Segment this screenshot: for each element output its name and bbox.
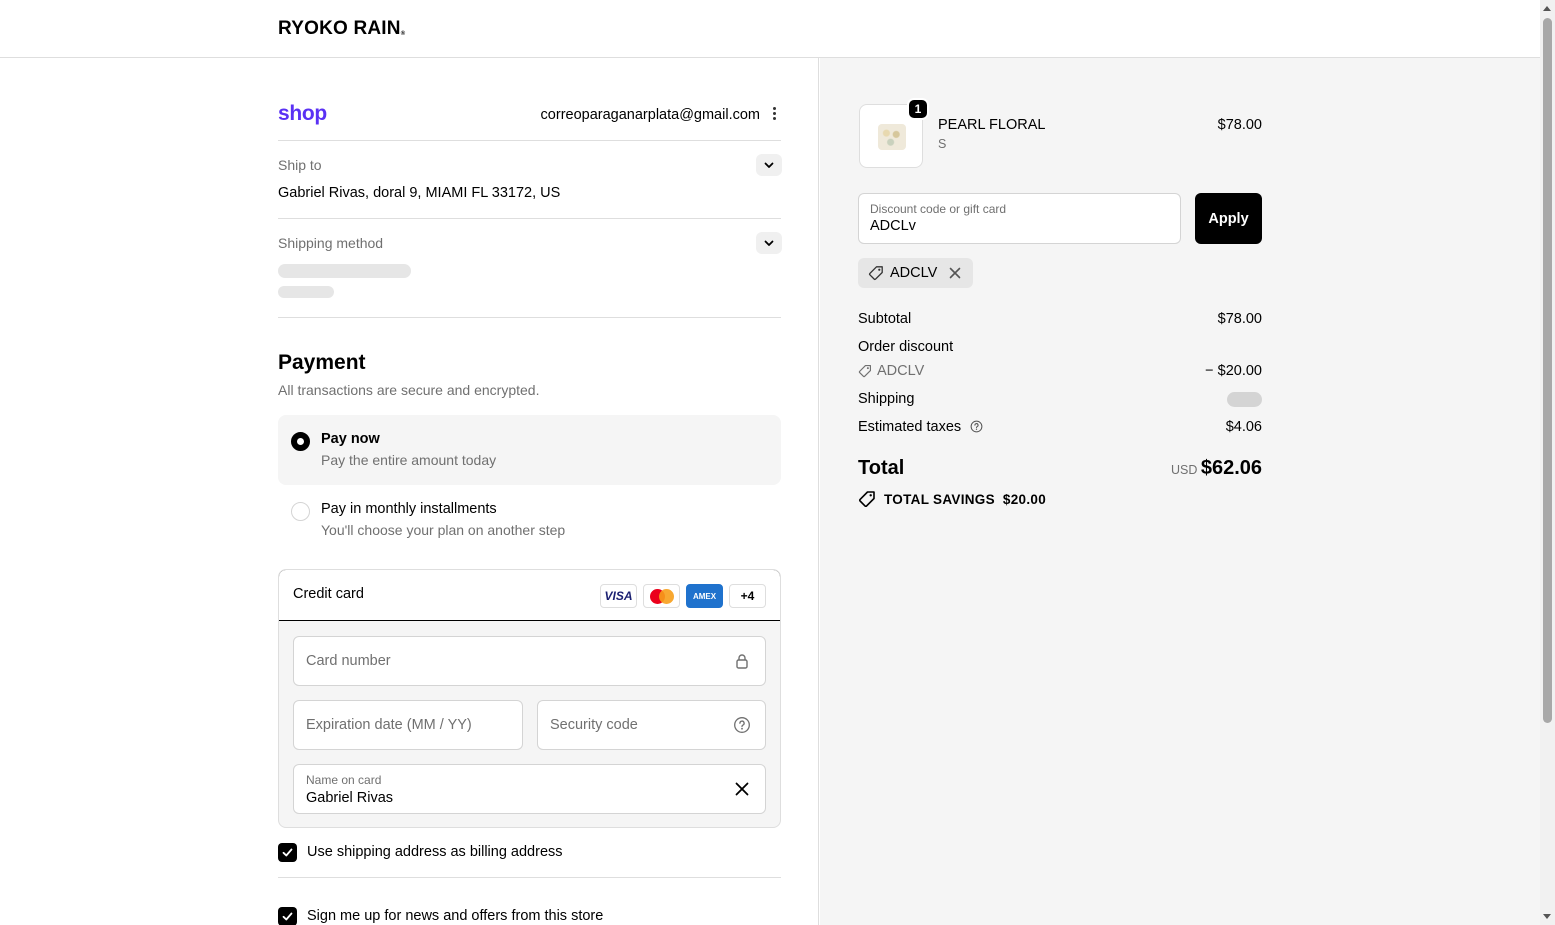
shipping-method-label: Shipping method xyxy=(278,235,384,251)
ship-to-label: Ship to xyxy=(278,157,322,173)
option-subtitle: You'll choose your plan on another step xyxy=(321,522,566,538)
estimated-taxes-row: Estimated taxes xyxy=(858,419,983,435)
name-on-card-value: Gabriel Rivas xyxy=(306,790,394,806)
card-number-placeholder: Card number xyxy=(306,653,391,669)
discount-value: − $20.00 xyxy=(1205,363,1262,379)
shipping-method-expand-button[interactable] xyxy=(756,232,782,254)
help-icon[interactable] xyxy=(970,420,983,433)
clear-icon[interactable] xyxy=(733,780,751,798)
option-subtitle: Pay the entire amount today xyxy=(321,452,497,468)
credit-card-section: Credit card VISA AMEX +4 Card number Exp… xyxy=(278,569,781,828)
shop-pay-logo: shop xyxy=(278,102,327,125)
divider xyxy=(278,140,781,141)
scroll-down-arrow[interactable] xyxy=(1543,914,1551,919)
discount-code-row: ADCLV xyxy=(858,363,924,379)
pay-installments-option[interactable]: Pay in monthly installments You'll choos… xyxy=(278,485,781,555)
credit-card-label: Credit card xyxy=(293,586,364,602)
radio-selected[interactable] xyxy=(291,432,310,451)
more-options-icon[interactable] xyxy=(770,107,778,123)
more-brands-badge: +4 xyxy=(729,584,766,608)
shipping-loading-skeleton xyxy=(1227,392,1262,407)
remove-discount-icon[interactable] xyxy=(947,265,963,281)
divider xyxy=(278,218,781,219)
newsletter-label[interactable]: Sign me up for news and offers from this… xyxy=(307,908,603,924)
discount-field-value: ADCLv xyxy=(870,218,916,234)
order-discount-label: Order discount xyxy=(858,339,954,355)
total-label: Total xyxy=(858,457,905,479)
total-currency: USD xyxy=(1171,463,1198,477)
divider xyxy=(278,877,781,878)
store-logo[interactable]: RYOKO RAIN® xyxy=(278,18,405,40)
applied-discount-tag: ADCLV xyxy=(858,258,974,288)
tag-icon xyxy=(858,365,871,378)
product-variant: S xyxy=(938,137,947,151)
discount-code-field[interactable]: Discount code or gift card ADCLv xyxy=(858,193,1181,244)
check-icon xyxy=(282,912,293,921)
chevron-down-icon xyxy=(764,240,774,246)
ship-to-expand-button[interactable] xyxy=(756,154,782,176)
shipping-label: Shipping xyxy=(858,391,915,407)
loading-skeleton xyxy=(278,286,334,298)
check-icon xyxy=(282,848,293,857)
savings-label: TOTAL SAVINGS xyxy=(884,491,995,507)
discount-code: ADCLV xyxy=(877,363,925,379)
discount-field-label: Discount code or gift card xyxy=(870,202,1007,216)
credit-card-header[interactable]: Credit card VISA AMEX +4 xyxy=(279,570,780,621)
name-on-card-field[interactable]: Name on card Gabriel Rivas xyxy=(293,764,766,814)
applied-discount-code: ADCLV xyxy=(890,265,938,281)
card-number-field[interactable]: Card number xyxy=(293,636,766,686)
amex-icon: AMEX xyxy=(686,584,723,608)
estimated-taxes-value: $4.06 xyxy=(1225,419,1262,435)
visa-icon: VISA xyxy=(600,584,637,608)
subtotal-label: Subtotal xyxy=(858,311,912,327)
apply-button[interactable]: Apply xyxy=(1195,193,1262,244)
radio-unselected[interactable] xyxy=(291,502,310,521)
product-price: $78.00 xyxy=(1217,117,1262,133)
newsletter-checkbox[interactable] xyxy=(278,907,297,925)
security-code-field[interactable]: Security code xyxy=(537,700,766,750)
payment-title: Payment xyxy=(278,351,366,374)
mastercard-icon xyxy=(643,584,680,608)
card-brands: VISA AMEX +4 xyxy=(600,584,766,608)
lock-icon xyxy=(736,654,748,669)
option-title: Pay now xyxy=(321,431,380,447)
total-savings: TOTAL SAVINGS $20.00 xyxy=(858,490,1046,508)
name-on-card-label: Name on card xyxy=(306,773,382,787)
estimated-taxes-label: Estimated taxes xyxy=(858,419,962,435)
ship-to-address: Gabriel Rivas, doral 9, MIAMI FL 33172, … xyxy=(278,185,561,201)
expiration-date-field[interactable]: Expiration date (MM / YY) xyxy=(293,700,523,750)
tag-icon xyxy=(868,266,883,281)
loading-skeleton xyxy=(278,264,411,278)
billing-address-label[interactable]: Use shipping address as billing address xyxy=(307,844,563,860)
product-name: PEARL FLORAL xyxy=(938,117,1046,133)
help-icon[interactable] xyxy=(733,716,751,734)
savings-value: $20.00 xyxy=(1002,491,1047,507)
expiration-placeholder: Expiration date (MM / YY) xyxy=(306,717,472,733)
divider xyxy=(278,317,781,318)
top-bar: RYOKO RAIN® xyxy=(0,0,1540,58)
pay-now-option[interactable]: Pay now Pay the entire amount today xyxy=(278,415,781,485)
payment-subtitle: All transactions are secure and encrypte… xyxy=(278,382,540,398)
option-title: Pay in monthly installments xyxy=(321,501,497,517)
page-scrollbar[interactable] xyxy=(1540,0,1555,925)
billing-address-checkbox[interactable] xyxy=(278,843,297,862)
quantity-badge: 1 xyxy=(907,98,929,120)
subtotal-value: $78.00 xyxy=(1217,311,1262,327)
chevron-down-icon xyxy=(764,162,774,168)
savings-tag-icon xyxy=(858,491,875,508)
scroll-up-arrow[interactable] xyxy=(1543,6,1551,11)
account-email: correoparaganarplata@gmail.com xyxy=(540,107,760,123)
security-code-placeholder: Security code xyxy=(550,717,638,733)
scroll-thumb[interactable] xyxy=(1543,18,1552,723)
total-value: $62.06 xyxy=(1200,457,1262,479)
